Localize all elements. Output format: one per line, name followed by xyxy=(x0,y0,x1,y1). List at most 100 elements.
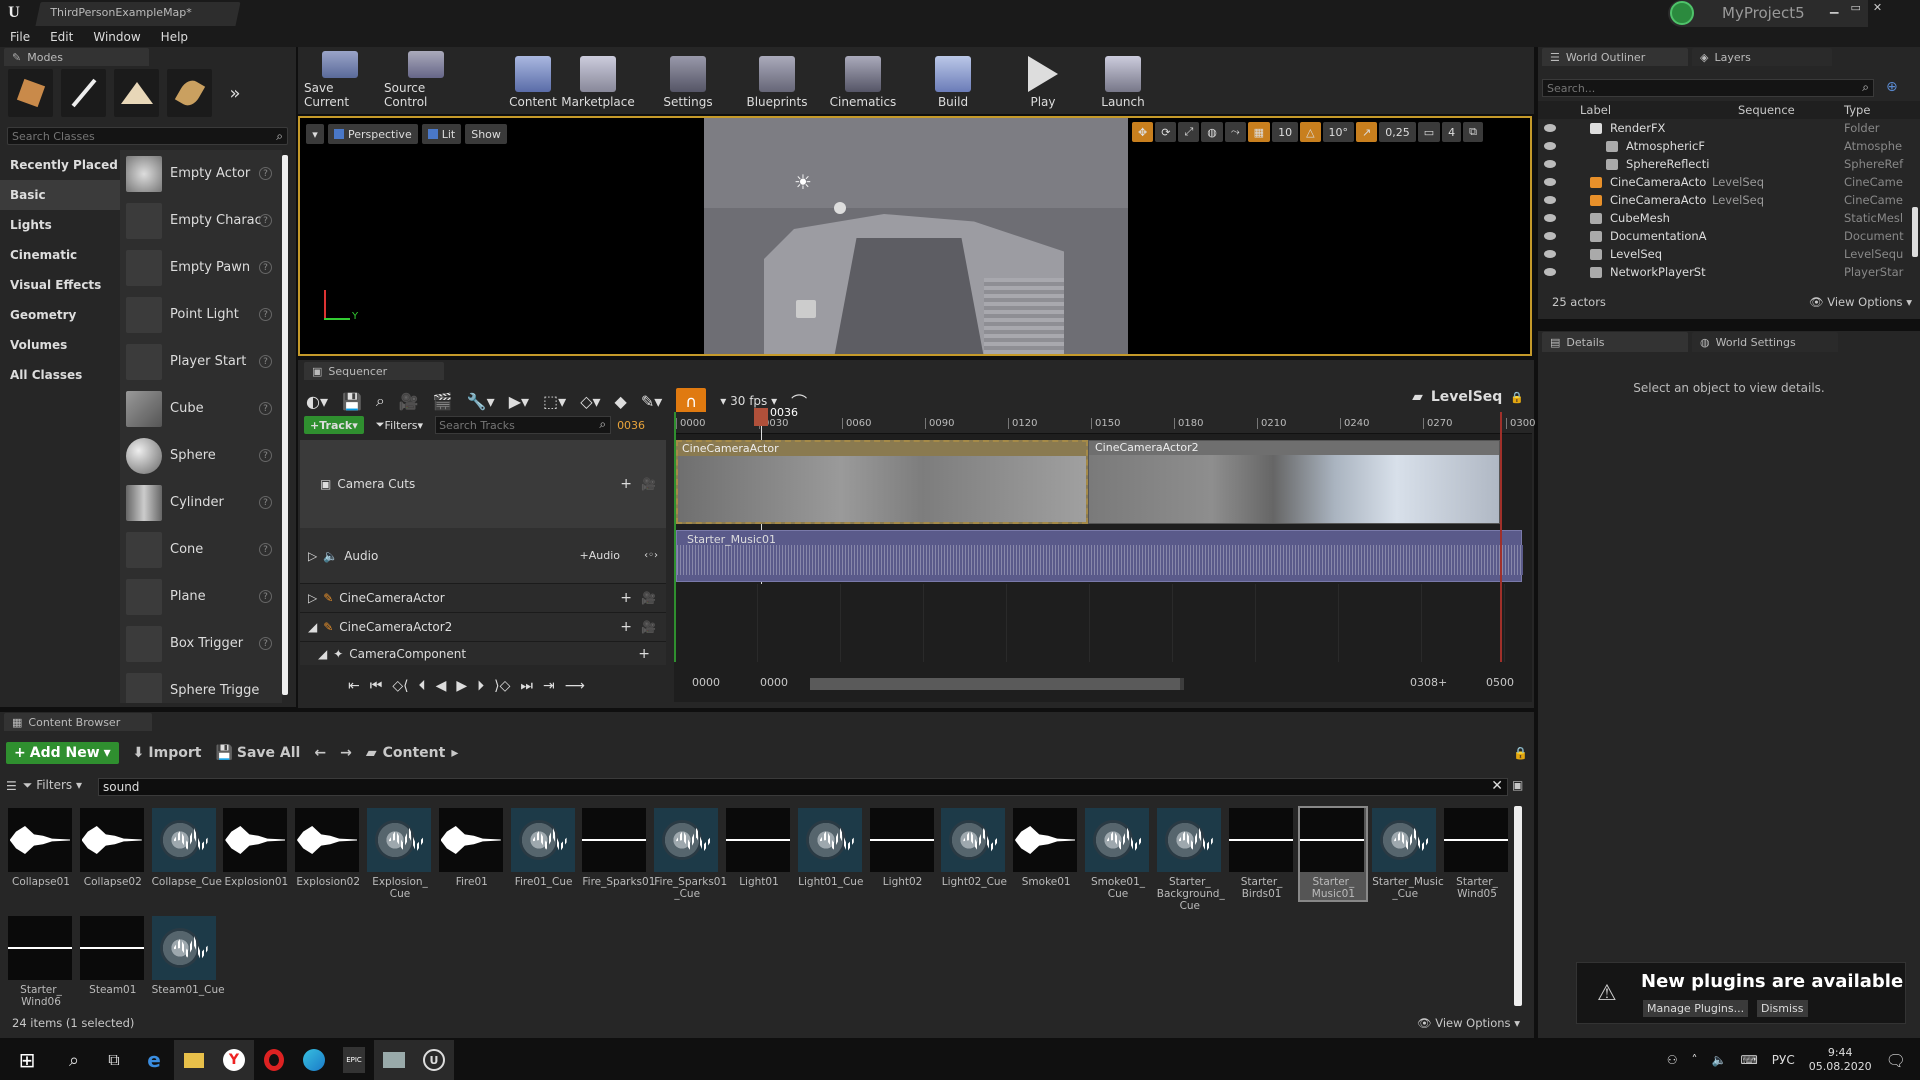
layers-tab[interactable]: ◈ Layers xyxy=(1692,48,1832,66)
track-camera-component[interactable]: ◢ ✦ CameraComponent + xyxy=(300,641,666,665)
blueprints-button[interactable]: Blueprints xyxy=(744,51,810,109)
track-audio[interactable]: ▷ 🔈 Audio +Audio ‹◦› xyxy=(300,528,666,583)
add-new-button[interactable]: + Add New ▾ xyxy=(6,742,119,764)
launch-button[interactable]: Launch xyxy=(1096,51,1150,109)
help-icon[interactable]: ? xyxy=(259,449,272,462)
search-classes-input[interactable] xyxy=(12,129,262,143)
asset-tile[interactable]: Starter_ Birds01 xyxy=(1228,808,1295,900)
scale-snap-value[interactable]: 0,25 xyxy=(1379,122,1416,142)
asset-tile[interactable]: Fire01 xyxy=(438,808,505,888)
lock-icon[interactable]: 🔒 xyxy=(1513,746,1528,760)
landscape-mode-icon[interactable] xyxy=(114,69,159,117)
playback-start-marker[interactable] xyxy=(674,412,676,662)
lock-icon[interactable]: 🔒 xyxy=(1510,391,1524,404)
grid-snap-icon[interactable]: ▦ xyxy=(1247,122,1271,142)
unreal-engine-icon[interactable]: U xyxy=(414,1040,454,1080)
category-visual-effects[interactable]: Visual Effects xyxy=(0,270,120,300)
loop-icon[interactable]: ⟶ xyxy=(565,678,585,694)
column-type[interactable]: Type xyxy=(1844,103,1870,117)
track-cinecamera-actor2[interactable]: ◢ ✎ CineCameraActor2 + 🎥 xyxy=(300,612,666,641)
previous-shot-icon[interactable]: ⏮ xyxy=(370,678,383,694)
manage-plugins-button[interactable]: Manage Plugins... xyxy=(1643,1000,1749,1017)
category-basic[interactable]: Basic xyxy=(0,180,120,210)
collapse-arrow-icon[interactable]: ◢ xyxy=(318,647,327,661)
place-item-empty-pawn[interactable]: Empty Pawn? xyxy=(120,244,282,291)
play-forward-icon[interactable]: ▶ xyxy=(456,678,467,694)
step-back-icon[interactable]: ⏴ xyxy=(419,678,426,694)
content-button[interactable]: Content xyxy=(504,51,562,109)
foliage-mode-icon[interactable] xyxy=(167,69,212,117)
build-button[interactable]: Build xyxy=(926,51,980,109)
place-item-player-start[interactable]: Player Start? xyxy=(120,338,282,385)
sources-toggle-icon[interactable]: ☰ xyxy=(6,779,17,793)
save-current-button[interactable]: Save Current xyxy=(304,51,376,109)
place-item-cylinder[interactable]: Cylinder? xyxy=(120,479,282,526)
help-icon[interactable]: ? xyxy=(259,637,272,650)
column-sequence[interactable]: Sequence xyxy=(1738,103,1795,117)
dismiss-button[interactable]: Dismiss xyxy=(1757,1000,1808,1017)
paint-mode-icon[interactable] xyxy=(61,69,106,117)
sequence-name[interactable]: LevelSeq xyxy=(1431,389,1502,405)
outliner-row[interactable]: NetworkPlayerSt PlayerStar xyxy=(1538,263,1910,281)
visibility-eye-icon[interactable] xyxy=(1544,214,1556,222)
help-icon[interactable]: ? xyxy=(259,590,272,603)
asset-tile[interactable]: Starter_Music _Cue xyxy=(1372,808,1444,900)
play-reverse-icon[interactable]: ◀ xyxy=(436,678,447,694)
visibility-eye-icon[interactable] xyxy=(1544,196,1556,204)
file-explorer-icon[interactable] xyxy=(174,1040,214,1080)
notifications-icon[interactable]: 🗨 xyxy=(1886,1051,1906,1070)
add-track-button[interactable]: + Track ▾ xyxy=(304,416,364,434)
asset-tile[interactable]: Starter_ Wind06 xyxy=(8,916,74,1008)
help-icon[interactable]: ? xyxy=(259,355,272,368)
rotation-snap-icon[interactable]: △ xyxy=(1300,122,1321,142)
grid-size-value[interactable]: 10 xyxy=(1272,122,1299,142)
source-control-button[interactable]: Source Control xyxy=(384,51,468,109)
menu-window[interactable]: Window xyxy=(83,27,150,47)
scale-snap-icon[interactable]: ↗ xyxy=(1356,122,1378,142)
track-cinecamera-actor[interactable]: ▷ ✎ CineCameraActor + 🎥 xyxy=(300,583,666,612)
scale-tool-icon[interactable]: ⤢ xyxy=(1178,122,1200,142)
playback-options-icon[interactable]: ▶▾ xyxy=(509,392,529,411)
lit-button[interactable]: Lit xyxy=(421,124,462,144)
modes-scrollbar[interactable] xyxy=(282,155,288,695)
maximize-viewport-icon[interactable]: ⧉ xyxy=(1463,122,1484,142)
more-modes-icon[interactable]: » xyxy=(220,69,250,117)
previous-key-icon[interactable]: ◇⟨ xyxy=(392,678,408,694)
search-icon[interactable]: ⌕ xyxy=(54,1040,94,1080)
camera-cut-clip-2[interactable]: CineCameraActor2 xyxy=(1088,440,1500,524)
visibility-eye-icon[interactable] xyxy=(1544,178,1556,186)
visibility-eye-icon[interactable] xyxy=(1544,124,1556,132)
menu-file[interactable]: File xyxy=(0,27,40,47)
range-scrollbar-thumb[interactable] xyxy=(810,678,1180,690)
jump-to-start-icon[interactable]: ⇤ xyxy=(348,678,360,694)
outliner-row[interactable]: CubeMesh StaticMesl xyxy=(1538,209,1910,227)
next-shot-icon[interactable]: ⏭ xyxy=(520,678,533,694)
save-all-button[interactable]: 💾 Save All xyxy=(215,745,300,761)
expand-arrow-icon[interactable]: ▷ xyxy=(308,549,317,563)
perspective-button[interactable]: Perspective xyxy=(328,124,418,144)
category-lights[interactable]: Lights xyxy=(0,210,120,240)
asset-tile[interactable]: Fire_Sparks01 _Cue xyxy=(654,808,727,900)
view-end-field[interactable]: 0308+ xyxy=(1410,676,1447,689)
level-viewport[interactable]: ☀ ▾ Perspective Lit Show ✥ ⟳ ⤢ ◍ ⤳ ▦ 10 … xyxy=(298,116,1532,356)
close-icon[interactable]: ✕ xyxy=(1873,1,1882,14)
yandex-browser-icon[interactable]: Y xyxy=(214,1040,254,1080)
outliner-row[interactable]: AtmosphericF Atmosphe xyxy=(1538,137,1910,155)
place-item-cone[interactable]: Cone? xyxy=(120,526,282,573)
jump-to-end-icon[interactable]: ⇥ xyxy=(543,678,555,694)
collapse-arrow-icon[interactable]: ◢ xyxy=(308,620,317,634)
asset-tile[interactable]: Smoke01 xyxy=(1013,808,1079,888)
marketplace-button[interactable]: Marketplace xyxy=(561,51,635,109)
sequencer-tab[interactable]: ▣ Sequencer xyxy=(304,362,444,380)
clear-search-icon[interactable]: ✕ xyxy=(1491,778,1503,794)
tray-chevron-icon[interactable]: ˄ xyxy=(1691,1053,1697,1067)
auto-key-icon[interactable]: ◆ xyxy=(615,392,627,411)
playback-end-marker[interactable] xyxy=(1500,412,1502,662)
category-recently-placed[interactable]: Recently Placed xyxy=(0,150,120,180)
windows-start-icon[interactable]: ⊞ xyxy=(0,1040,54,1080)
translate-tool-icon[interactable]: ✥ xyxy=(1132,122,1154,142)
add-track-plus-icon[interactable]: + xyxy=(638,646,650,662)
step-forward-icon[interactable]: ⏵ xyxy=(477,678,484,694)
asset-tile[interactable]: Starter_ Background_ Cue xyxy=(1156,808,1225,912)
outliner-row[interactable]: DocumentationA Document xyxy=(1538,227,1910,245)
